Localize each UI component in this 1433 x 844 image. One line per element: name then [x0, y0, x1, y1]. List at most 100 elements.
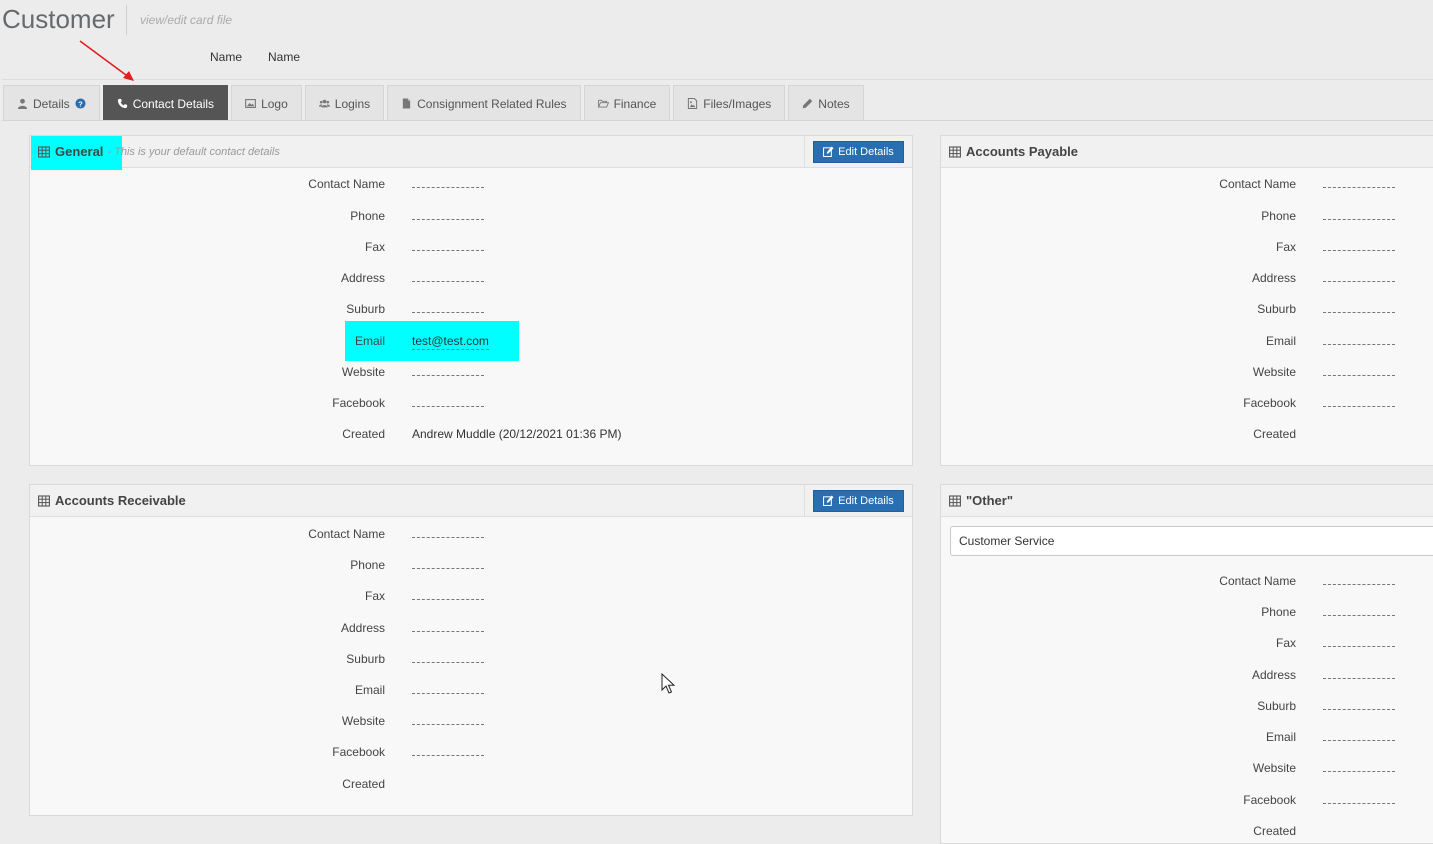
help-icon[interactable]: ?	[75, 98, 86, 109]
edit-icon	[823, 495, 834, 506]
field-address: Address	[941, 271, 1433, 291]
name-label-first: Name	[210, 50, 243, 64]
empty-value[interactable]	[1323, 584, 1395, 585]
tab-label: Consignment Related Rules	[417, 96, 567, 111]
field-website: Website	[30, 365, 912, 385]
tab-label: Finance	[613, 96, 657, 111]
tab-label: Notes	[818, 96, 850, 111]
accounts-payable-header: Accounts Payable	[941, 136, 1433, 168]
empty-value[interactable]	[1323, 771, 1395, 772]
empty-value[interactable]	[1323, 344, 1395, 345]
table-icon	[38, 494, 50, 507]
button-label: Edit Details	[838, 145, 894, 158]
empty-value[interactable]	[412, 724, 484, 725]
tab-contact-details[interactable]: Contact Details	[102, 85, 229, 121]
field-facebook: Facebook	[941, 793, 1433, 813]
empty-value[interactable]	[1323, 803, 1395, 804]
page-title: Customer	[2, 4, 115, 34]
tab-label: Logins	[334, 96, 371, 111]
tab-label: Details	[33, 96, 70, 111]
empty-value[interactable]	[412, 375, 484, 376]
empty-value[interactable]	[412, 662, 484, 663]
tab-bar-border	[2, 120, 1433, 121]
field-created: Created	[1253, 824, 1296, 838]
field-address: Address	[30, 621, 912, 641]
field-contact-name: Contact Name	[941, 574, 1433, 594]
empty-value[interactable]	[1323, 312, 1395, 313]
empty-value[interactable]	[1323, 709, 1395, 710]
field-email: Email	[941, 730, 1433, 750]
pencil-icon	[803, 98, 813, 109]
field-facebook: Facebook	[30, 396, 912, 416]
field-suburb: Suburb	[30, 302, 912, 322]
folder-open-icon	[597, 99, 609, 108]
tab-details[interactable]: Details ?	[3, 85, 100, 121]
empty-value[interactable]	[1323, 740, 1395, 741]
accounts-payable-title: Accounts Payable	[949, 144, 1078, 159]
empty-value[interactable]	[1323, 678, 1395, 679]
accounts-receivable-title: Accounts Receivable	[38, 493, 186, 508]
file-icon	[402, 98, 411, 109]
field-fax: Fax	[30, 589, 912, 609]
tab-finance[interactable]: Finance	[583, 85, 671, 121]
empty-value[interactable]	[412, 281, 484, 282]
other-panel-title: "Other"	[949, 493, 1013, 508]
field-suburb: Suburb	[30, 652, 912, 672]
accounts-payable-panel: Accounts Payable Contact Name Phone Fax …	[940, 135, 1433, 466]
users-icon	[318, 99, 330, 108]
header-actions: Edit Details	[804, 136, 912, 167]
tab-bar: Details ? Contact Details Logo Logins Co…	[3, 85, 867, 121]
tab-consignment-related-rules[interactable]: Consignment Related Rules	[387, 85, 581, 121]
tab-files-images[interactable]: Files/Images	[673, 85, 786, 121]
empty-value[interactable]	[412, 312, 484, 313]
tab-label: Files/Images	[703, 96, 772, 111]
empty-value[interactable]	[1323, 187, 1395, 188]
tab-logo[interactable]: Logo	[231, 85, 302, 121]
empty-value[interactable]	[1323, 219, 1395, 220]
created-value: Andrew Muddle (20/12/2021 01:36 PM)	[412, 427, 622, 441]
empty-value[interactable]	[412, 187, 484, 188]
empty-value[interactable]	[412, 568, 484, 569]
field-contact-name: Contact Name	[941, 177, 1433, 197]
empty-value[interactable]	[412, 755, 484, 756]
tab-label: Logo	[261, 96, 288, 111]
accounts-receivable-panel: Accounts Receivable Edit Details Contact…	[29, 484, 913, 816]
empty-value[interactable]	[1323, 375, 1395, 376]
empty-value[interactable]	[412, 693, 484, 694]
empty-value[interactable]	[1323, 646, 1395, 647]
panel-title-text: General	[55, 144, 104, 159]
field-address: Address	[30, 271, 912, 291]
field-fax: Fax	[941, 636, 1433, 656]
empty-value[interactable]	[412, 631, 484, 632]
empty-value[interactable]	[412, 406, 484, 407]
field-suburb: Suburb	[941, 699, 1433, 719]
table-icon	[949, 494, 961, 507]
contact-type-select[interactable]: Customer Service	[950, 526, 1433, 556]
field-phone: Phone	[941, 605, 1433, 625]
field-created: Created	[1253, 427, 1296, 441]
panel-title-text: "Other"	[966, 493, 1013, 508]
edit-details-button[interactable]: Edit Details	[813, 489, 904, 512]
empty-value[interactable]	[1323, 281, 1395, 282]
table-icon	[949, 145, 961, 158]
tab-logins[interactable]: Logins	[304, 85, 385, 121]
empty-value[interactable]	[412, 250, 484, 251]
empty-value[interactable]	[412, 599, 484, 600]
button-label: Edit Details	[838, 494, 894, 507]
general-panel-title: General	[38, 144, 103, 159]
empty-value[interactable]	[1323, 250, 1395, 251]
panel-hint: - This is your default contact details	[107, 145, 280, 158]
field-facebook: Facebook	[941, 396, 1433, 416]
name-label-second: Name	[268, 50, 301, 64]
empty-value[interactable]	[1323, 615, 1395, 616]
svg-text:?: ?	[78, 99, 83, 108]
field-contact-name: Contact Name	[30, 177, 912, 197]
empty-value[interactable]	[412, 537, 484, 538]
email-value[interactable]: test@test.com	[412, 334, 489, 350]
empty-value[interactable]	[412, 219, 484, 220]
field-email: Email test@test.com	[354, 334, 489, 350]
tab-notes[interactable]: Notes	[788, 85, 864, 121]
edit-details-button[interactable]: Edit Details	[813, 140, 904, 163]
field-facebook: Facebook	[30, 745, 912, 765]
empty-value[interactable]	[1323, 406, 1395, 407]
